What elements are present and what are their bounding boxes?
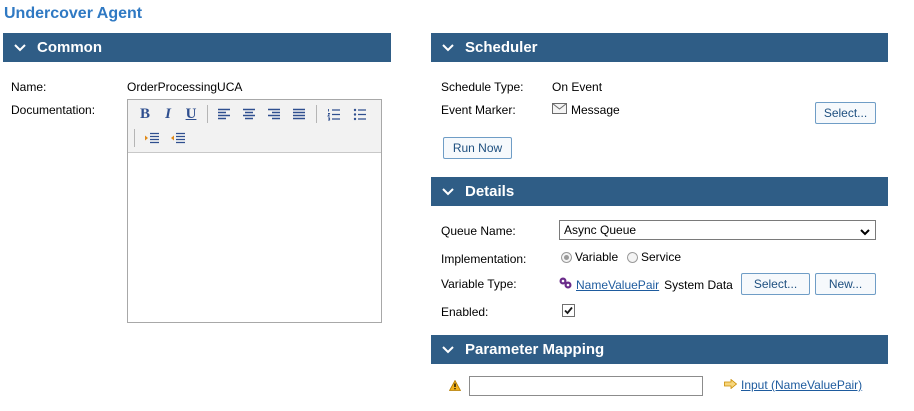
align-right-icon[interactable] [264, 105, 284, 123]
arrow-right-icon [724, 378, 738, 392]
chevron-down-icon[interactable] [441, 41, 455, 55]
toolbar-divider [134, 129, 135, 147]
chevron-down-icon[interactable] [441, 185, 455, 199]
data-type-icon [558, 276, 574, 294]
align-center-icon[interactable] [239, 105, 259, 123]
name-value: OrderProcessingUCA [127, 80, 243, 94]
indent-icon[interactable] [142, 129, 162, 147]
variable-type-label: Variable Type: [441, 277, 517, 291]
dropdown-arrow-icon[interactable] [860, 225, 870, 239]
implementation-variable-label: Variable [575, 250, 619, 264]
variable-type-new-button[interactable]: New... [815, 273, 876, 295]
numbered-list-icon[interactable] [324, 105, 344, 123]
queue-name-selected: Async Queue [564, 223, 637, 237]
align-justify-icon[interactable] [289, 105, 309, 123]
common-section-header[interactable]: Common [3, 33, 391, 62]
parameter-mapping-input[interactable] [469, 376, 703, 396]
variable-type-value: NameValuePair System Data [558, 276, 733, 294]
parameter-mapping-section-header[interactable]: Parameter Mapping [431, 335, 888, 364]
enabled-label: Enabled: [441, 305, 489, 319]
input-mapping-link[interactable]: Input (NameValuePair) [741, 378, 862, 392]
enabled-checkbox[interactable] [562, 304, 575, 317]
toolbar-divider [207, 105, 208, 123]
implementation-service-radio[interactable]: Service [627, 250, 681, 264]
event-marker-text: Message [571, 103, 620, 117]
chevron-down-icon[interactable] [441, 343, 455, 357]
envelope-icon [552, 103, 567, 117]
common-section-title: Common [37, 39, 102, 56]
event-marker-value: Message [552, 103, 620, 117]
toolbar-divider [316, 105, 317, 123]
schedule-type-label: Schedule Type: [441, 80, 524, 94]
documentation-label: Documentation: [11, 103, 96, 117]
implementation-service-label: Service [641, 250, 682, 264]
implementation-label: Implementation: [441, 252, 527, 266]
warning-icon [448, 379, 462, 394]
align-left-icon[interactable] [214, 105, 234, 123]
outdent-icon[interactable] [168, 129, 188, 147]
event-marker-select-button[interactable]: Select... [815, 102, 876, 124]
parameter-mapping-section-title: Parameter Mapping [465, 341, 605, 358]
italic-icon[interactable]: I [158, 105, 178, 123]
variable-type-link[interactable]: NameValuePair [576, 278, 659, 292]
radio-unselected-icon[interactable] [627, 251, 638, 263]
documentation-editor[interactable]: B I U [127, 99, 382, 323]
editor-toolbar: B I U [128, 100, 381, 153]
bold-icon[interactable]: B [135, 105, 155, 123]
bulleted-list-icon[interactable] [350, 105, 370, 123]
details-section-header[interactable]: Details [431, 177, 888, 206]
scheduler-section-header[interactable]: Scheduler [431, 33, 888, 62]
scheduler-section-title: Scheduler [465, 39, 538, 56]
variable-type-select-button[interactable]: Select... [741, 273, 810, 295]
implementation-variable-radio[interactable]: Variable [561, 250, 618, 264]
underline-icon[interactable]: U [181, 105, 201, 123]
queue-name-label: Queue Name: [441, 224, 516, 238]
radio-selected-icon[interactable] [561, 251, 572, 263]
run-now-button[interactable]: Run Now [443, 137, 512, 159]
chevron-down-icon[interactable] [13, 41, 27, 55]
check-icon [564, 306, 573, 315]
page-title: Undercover Agent [4, 5, 143, 22]
schedule-type-value: On Event [552, 80, 603, 94]
details-section-title: Details [465, 183, 515, 200]
event-marker-label: Event Marker: [441, 103, 516, 117]
name-label: Name: [11, 80, 47, 94]
variable-type-suffix: System Data [664, 278, 733, 292]
input-mapping: Input (NameValuePair) [724, 378, 862, 392]
queue-name-select[interactable]: Async Queue [559, 220, 876, 240]
